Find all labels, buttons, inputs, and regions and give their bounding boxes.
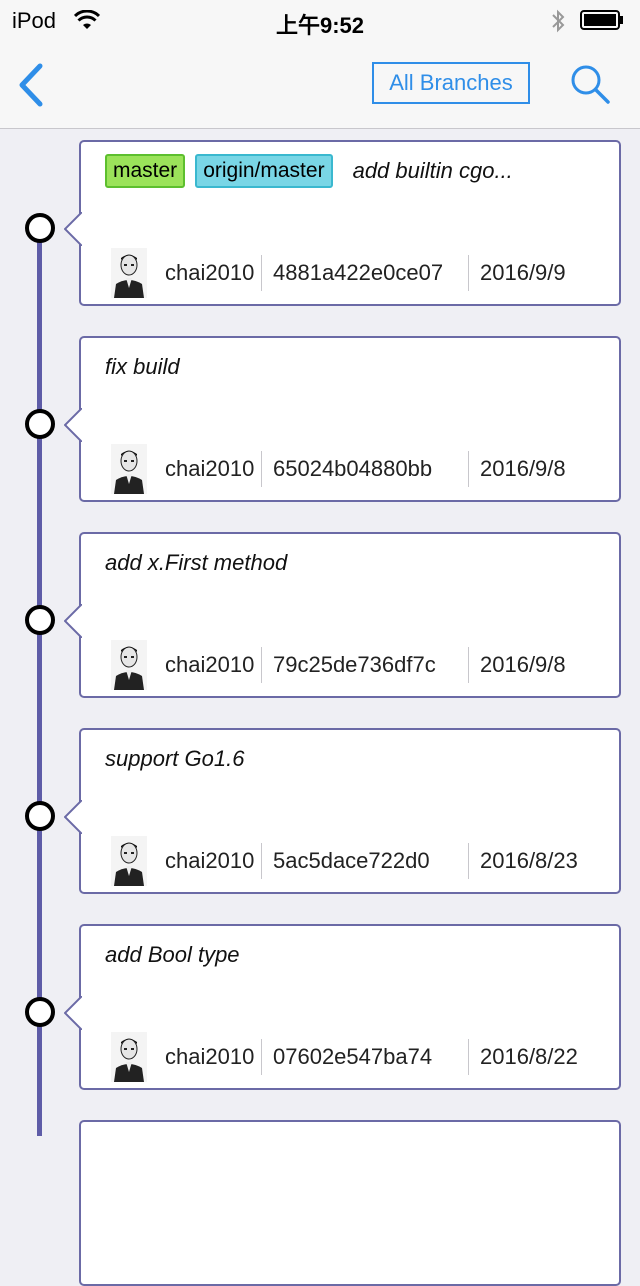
all-branches-button[interactable]: All Branches xyxy=(372,62,530,104)
commit-message-row: master origin/master add builtin cgo... xyxy=(105,154,609,188)
commit-meta: chai2010 65024b04880bb 2016/9/8 xyxy=(111,444,609,494)
commit-date: 2016/9/8 xyxy=(480,456,566,481)
divider xyxy=(261,1039,262,1075)
avatar xyxy=(111,1032,147,1082)
commit-message-row: support Go1.6 xyxy=(105,742,609,776)
chevron-left-icon[interactable] xyxy=(14,62,48,108)
commit-sha: 07602e547ba74 xyxy=(273,1044,433,1069)
search-icon[interactable] xyxy=(568,62,612,106)
commit-message-row: add Bool type xyxy=(105,938,609,972)
commit-card[interactable]: fix build chai2010 65024b04880bb 2016/9/8 xyxy=(64,336,621,502)
commit-author: chai2010 xyxy=(165,652,255,677)
avatar xyxy=(111,640,147,690)
card-pointer xyxy=(64,604,82,638)
divider xyxy=(261,843,262,879)
divider xyxy=(468,647,469,683)
battery-icon xyxy=(580,10,623,30)
commit-message-row: fix build xyxy=(105,350,609,384)
divider xyxy=(261,647,262,683)
card-pointer xyxy=(64,212,82,246)
commit-card[interactable]: support Go1.6 chai2010 5ac5dace722d0 2016/8… xyxy=(64,728,621,894)
divider xyxy=(468,843,469,879)
branch-tag: master xyxy=(105,154,186,188)
divider xyxy=(468,255,469,291)
timeline-node xyxy=(25,213,55,243)
commit-sha: 4881a422e0ce07 xyxy=(273,260,444,285)
commit-card-partial[interactable] xyxy=(79,1120,621,1286)
card-pointer xyxy=(64,408,82,442)
timeline-node xyxy=(25,997,55,1027)
divider xyxy=(261,451,262,487)
commit-message-row: add x.First method xyxy=(105,546,609,580)
commit-card[interactable]: add Bool type chai2010 07602e547ba74 2016/8… xyxy=(64,924,621,1090)
navigation-bar: All Branches xyxy=(0,40,640,129)
commit-sha: 79c25de736df7c xyxy=(273,652,436,677)
avatar xyxy=(111,444,147,494)
commit-message: add builtin cgo... xyxy=(352,158,513,183)
commit-author: chai2010 xyxy=(165,456,255,481)
commit-date: 2016/9/8 xyxy=(480,652,566,677)
divider xyxy=(261,255,262,291)
commit-message: add Bool type xyxy=(105,942,240,967)
commit-date: 2016/8/23 xyxy=(480,848,578,873)
bluetooth-icon xyxy=(552,9,565,33)
commit-card[interactable]: master origin/master add builtin cgo... cha… xyxy=(64,140,621,306)
divider xyxy=(468,1039,469,1075)
commit-date: 2016/9/9 xyxy=(480,260,566,285)
commit-message: fix build xyxy=(105,354,180,379)
avatar xyxy=(111,836,147,886)
commit-sha: 5ac5dace722d0 xyxy=(273,848,430,873)
avatar xyxy=(111,248,147,298)
commit-message: support Go1.6 xyxy=(105,746,245,771)
timeline-node xyxy=(25,605,55,635)
commit-sha: 65024b04880bb xyxy=(273,456,433,481)
card-pointer xyxy=(64,996,82,1030)
card-pointer xyxy=(64,800,82,834)
timeline-node xyxy=(25,801,55,831)
commit-meta: chai2010 07602e547ba74 2016/8/22 xyxy=(111,1032,609,1082)
commit-meta: chai2010 79c25de736df7c 2016/9/8 xyxy=(111,640,609,690)
status-time: 上午9:52 xyxy=(275,13,365,38)
commit-author: chai2010 xyxy=(165,260,255,285)
divider xyxy=(468,451,469,487)
timeline-node xyxy=(25,409,55,439)
commit-message: add x.First method xyxy=(105,550,288,575)
commit-author: chai2010 xyxy=(165,848,255,873)
branch-tag: origin/master xyxy=(195,154,333,188)
commit-meta: chai2010 4881a422e0ce07 2016/9/9 xyxy=(111,248,609,298)
status-bar: iPod 上午9:52 xyxy=(0,0,640,40)
commit-card[interactable]: add x.First method chai2010 79c25de736df7c… xyxy=(64,532,621,698)
commit-date: 2016/8/22 xyxy=(480,1044,578,1069)
commit-author: chai2010 xyxy=(165,1044,255,1069)
commit-meta: chai2010 5ac5dace722d0 2016/8/23 xyxy=(111,836,609,886)
